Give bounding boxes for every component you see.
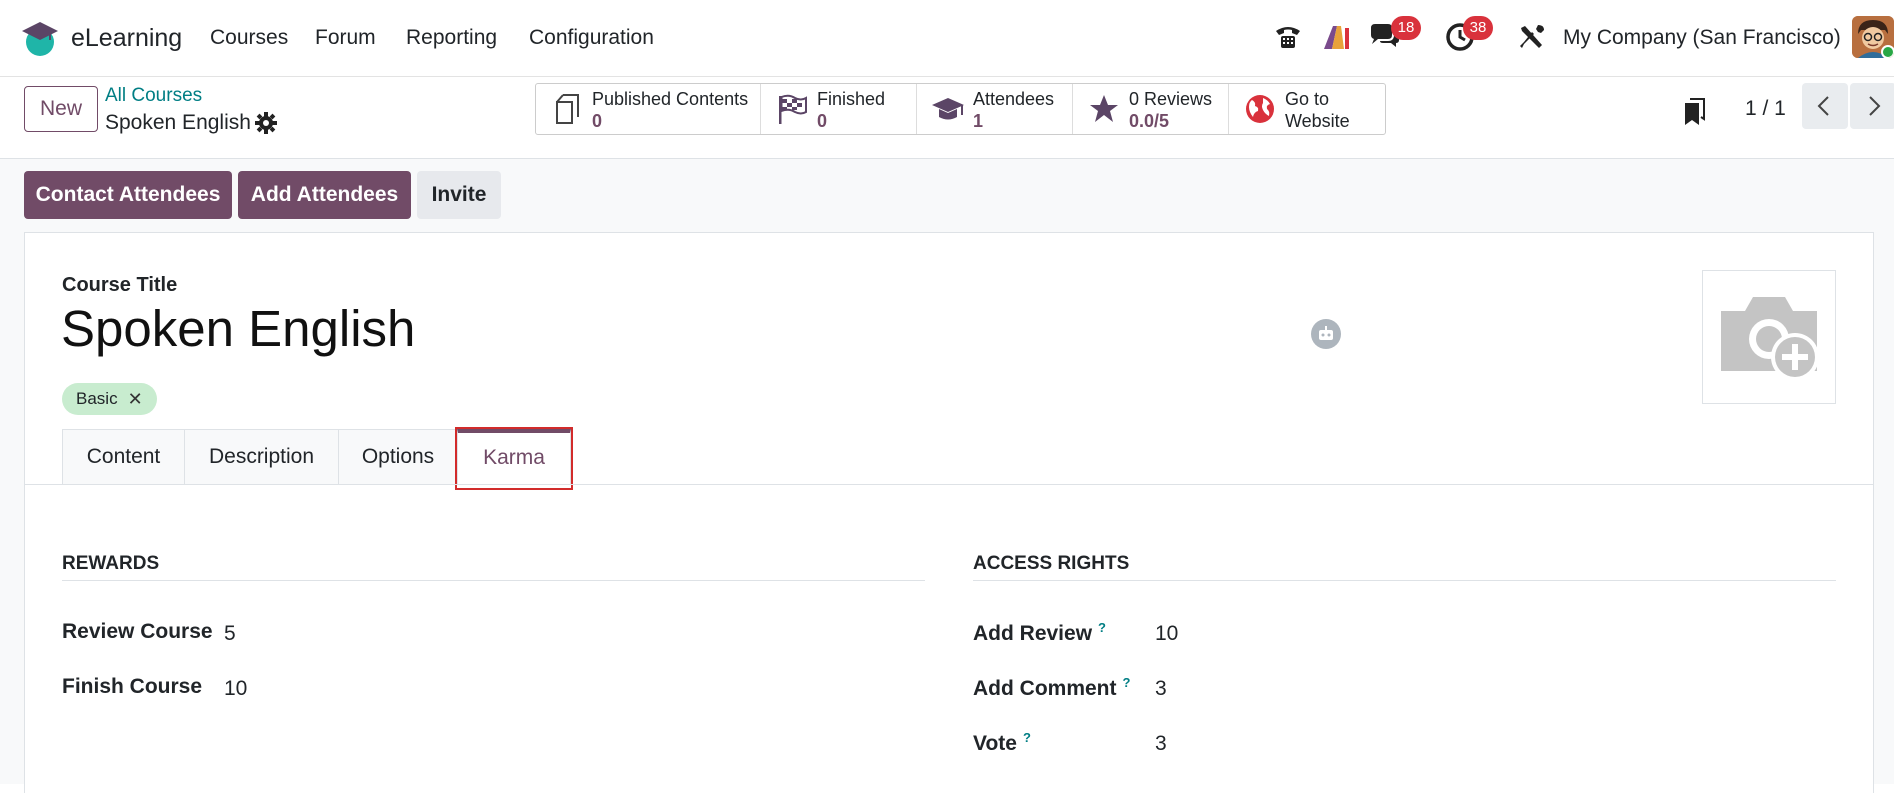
messages-badge: 18 bbox=[1391, 16, 1421, 40]
review-course-value[interactable]: 5 bbox=[224, 622, 236, 646]
top-navbar: eLearning Courses Forum Reporting Config… bbox=[0, 0, 1894, 77]
stat-go-to-website[interactable]: Go to Website bbox=[1229, 84, 1385, 134]
bookmark-icon[interactable] bbox=[1682, 97, 1706, 127]
debug-tools-icon[interactable] bbox=[1514, 20, 1548, 54]
tab-description[interactable]: Description bbox=[184, 429, 339, 484]
add-comment-label: Add Comment? bbox=[973, 675, 1130, 701]
stat-reviews[interactable]: 0 Reviews 0.0/5 bbox=[1073, 84, 1229, 134]
pager-value[interactable]: 1 / 1 bbox=[1745, 97, 1786, 121]
stat-website-label-1: Go to bbox=[1285, 89, 1330, 109]
rewards-divider bbox=[62, 580, 925, 581]
add-review-label-text: Add Review bbox=[973, 622, 1093, 645]
chevron-left-icon bbox=[1817, 96, 1829, 116]
add-attendees-button[interactable]: Add Attendees bbox=[238, 171, 411, 219]
tab-content[interactable]: Content bbox=[62, 429, 185, 484]
copy-documents-icon bbox=[556, 94, 579, 124]
help-tooltip-icon[interactable]: ? bbox=[1098, 620, 1106, 635]
user-avatar[interactable] bbox=[1852, 16, 1894, 58]
smart-buttons: Published Contents 0 Finished 0 Attendee… bbox=[535, 83, 1386, 135]
stat-attendees-value: 1 bbox=[973, 111, 984, 131]
company-switcher[interactable]: My Company (San Francisco) bbox=[1563, 26, 1841, 50]
add-review-label: Add Review? bbox=[973, 620, 1106, 646]
add-comment-value[interactable]: 3 bbox=[1155, 677, 1167, 701]
chevron-right-icon bbox=[1869, 96, 1881, 116]
stat-website-label-2: Website bbox=[1285, 111, 1350, 131]
tabs-divider bbox=[25, 484, 1873, 485]
add-review-value[interactable]: 10 bbox=[1155, 622, 1178, 646]
camera-add-icon bbox=[1721, 297, 1819, 381]
star-icon bbox=[1090, 95, 1118, 122]
menu-reporting[interactable]: Reporting bbox=[406, 26, 497, 50]
vote-label-text: Vote bbox=[973, 732, 1017, 755]
phone-icon[interactable] bbox=[1271, 20, 1305, 54]
contact-attendees-button[interactable]: Contact Attendees bbox=[24, 171, 232, 219]
access-rights-section-title: ACCESS RIGHTS bbox=[973, 553, 1130, 574]
stat-reviews-label: 0 Reviews bbox=[1129, 89, 1213, 109]
tag-remove-icon[interactable]: ✕ bbox=[128, 383, 143, 415]
globe-icon bbox=[1246, 95, 1274, 123]
help-tooltip-icon[interactable]: ? bbox=[1123, 675, 1131, 690]
elearning-app-icon[interactable] bbox=[20, 18, 60, 58]
tag-label: Basic bbox=[76, 389, 118, 408]
menu-forum[interactable]: Forum bbox=[315, 26, 376, 50]
new-button[interactable]: New bbox=[24, 86, 98, 132]
notebook-tabs: Content Description Options Karma bbox=[62, 429, 571, 484]
finish-course-value[interactable]: 10 bbox=[224, 677, 247, 701]
menu-courses[interactable]: Courses bbox=[210, 26, 288, 50]
form-view: Contact Attendees Add Attendees Invite C… bbox=[0, 159, 1894, 793]
review-course-label: Review Course bbox=[62, 620, 213, 643]
tag-basic: Basic ✕ bbox=[62, 383, 157, 415]
rewards-section-title: REWARDS bbox=[62, 553, 160, 574]
stat-reviews-value: 0.0/5 bbox=[1129, 111, 1170, 131]
stat-finished-label: Finished bbox=[817, 89, 886, 109]
stat-attendees-label: Attendees bbox=[973, 89, 1055, 109]
robot-icon[interactable] bbox=[1311, 319, 1341, 349]
gear-icon[interactable] bbox=[255, 112, 277, 134]
course-title-label: Course Title bbox=[62, 274, 178, 296]
stat-published-value: 0 bbox=[592, 111, 603, 131]
menu-configuration[interactable]: Configuration bbox=[529, 26, 654, 50]
form-sheet: Course Title Spoken English Basic ✕ Cont… bbox=[24, 232, 1874, 793]
help-tooltip-icon[interactable]: ? bbox=[1023, 730, 1031, 745]
breadcrumb-all-courses[interactable]: All Courses bbox=[105, 85, 202, 107]
finish-course-label: Finish Course bbox=[62, 675, 203, 698]
stat-attendees[interactable]: Attendees 1 bbox=[917, 84, 1073, 134]
course-image-upload[interactable] bbox=[1702, 270, 1836, 404]
stat-finished-value: 0 bbox=[817, 111, 828, 131]
finish-flag-icon bbox=[779, 94, 807, 124]
activities-badge: 38 bbox=[1463, 16, 1493, 40]
add-comment-label-text: Add Comment bbox=[973, 677, 1117, 700]
pager-next-button[interactable] bbox=[1850, 83, 1894, 129]
invite-button[interactable]: Invite bbox=[417, 171, 501, 219]
course-title-field[interactable]: Spoken English bbox=[61, 299, 415, 358]
robot-icon-glyph bbox=[1319, 326, 1333, 340]
ai-icon[interactable] bbox=[1320, 20, 1354, 54]
breadcrumb-current-record: Spoken English bbox=[105, 111, 251, 134]
user-avatar-image bbox=[1852, 16, 1894, 58]
vote-value[interactable]: 3 bbox=[1155, 732, 1167, 756]
graduation-cap-icon bbox=[932, 98, 964, 120]
tab-karma[interactable]: Karma bbox=[457, 429, 571, 484]
stat-published-label: Published Contents bbox=[592, 89, 749, 109]
pager-previous-button[interactable] bbox=[1802, 83, 1848, 129]
stat-published-contents[interactable]: Published Contents 0 bbox=[536, 84, 761, 134]
app-name[interactable]: eLearning bbox=[71, 24, 182, 53]
control-panel: New All Courses Spoken English Published… bbox=[0, 77, 1894, 159]
vote-label: Vote? bbox=[973, 730, 1031, 756]
tab-options[interactable]: Options bbox=[338, 429, 458, 484]
access-rights-divider bbox=[973, 580, 1836, 581]
stat-finished[interactable]: Finished 0 bbox=[761, 84, 917, 134]
